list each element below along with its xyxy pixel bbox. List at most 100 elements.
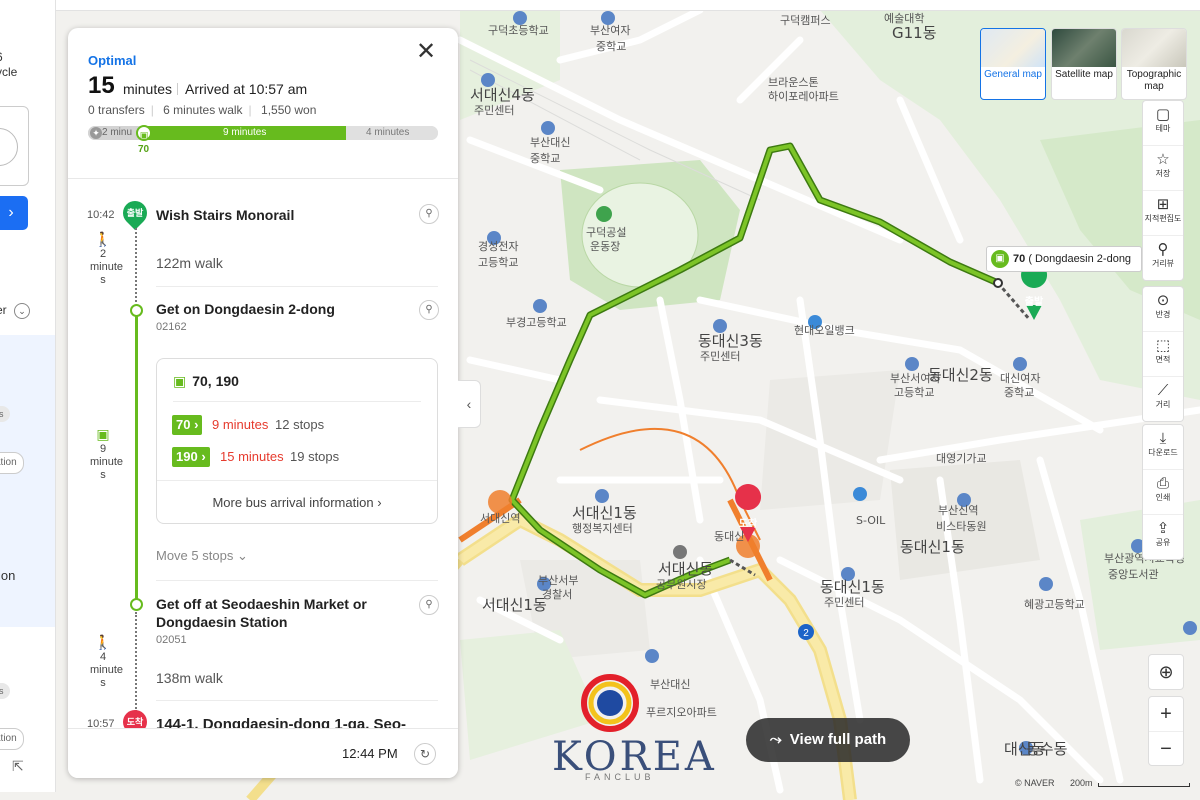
bus-stop-callout[interactable]: ▣ 70 ( Dongdaesin 2-dong	[986, 246, 1142, 272]
tool-share[interactable]: ⇪ 공유	[1143, 515, 1183, 559]
current-time: 12:44 PM	[342, 746, 398, 761]
bus-icon: ▣	[173, 373, 187, 389]
start-marker-label: 출발	[1025, 295, 1044, 308]
star-icon: ☆	[1156, 151, 1170, 168]
location-icon[interactable]: ⚲	[419, 204, 439, 224]
depart-time: 10:42	[87, 209, 115, 221]
map-label: 주민센터	[700, 350, 740, 363]
watermark-logo-subtext: FANCLUB	[585, 772, 655, 782]
map-label: G11동	[892, 24, 937, 42]
map-label: 동대신3동	[698, 332, 763, 350]
duration-unit: minutes	[123, 81, 173, 97]
download-icon: ⤓	[1159, 430, 1167, 447]
map-label: 서대신1동	[482, 596, 547, 614]
walk-duration: 🚶 2 minute s	[90, 231, 124, 286]
road-number: 2	[803, 628, 809, 639]
zoom-out-button[interactable]: −	[1149, 732, 1183, 766]
search-go-button[interactable]: ›	[0, 196, 28, 230]
map-label: 고등학교	[478, 256, 518, 269]
route-badge[interactable]: 190 ›	[172, 447, 210, 467]
current-location-button[interactable]: ⊕	[1148, 654, 1184, 690]
share-icon: ⇪	[1156, 520, 1170, 537]
map-label: 중학교	[596, 40, 626, 53]
bus-icon: ▣	[96, 426, 110, 442]
selected-route-bg[interactable]	[0, 335, 55, 627]
collapse-panel-button[interactable]: ‹	[458, 380, 481, 428]
divider	[156, 700, 438, 701]
map-label: 서대신4동	[470, 86, 535, 104]
map-label: S-OIL	[856, 514, 886, 527]
route-chip[interactable]: ation	[0, 728, 24, 750]
bus-routes-title: ▣ 70, 190	[173, 373, 239, 389]
tool-cadastral[interactable]: ⊞ 지적편집도	[1143, 191, 1183, 236]
map-type-satellite[interactable]: Satellite map	[1051, 28, 1117, 100]
print-icon: ⎙	[1156, 475, 1169, 492]
map-type-general[interactable]: General map	[980, 28, 1046, 100]
tool-area[interactable]: ⬚ 면적	[1143, 332, 1183, 377]
area-icon: ⬚	[1155, 337, 1171, 354]
share-icon[interactable]: ⇱	[12, 758, 24, 775]
bus-duration: ▣ 9 minute s	[90, 426, 124, 481]
chevron-down-icon[interactable]: ⌄	[14, 303, 30, 319]
optimal-badge: Optimal	[88, 53, 137, 68]
map-label: 대영기가교	[936, 452, 987, 465]
close-icon[interactable]: ✕	[416, 40, 436, 64]
sort-text[interactable]: er	[0, 303, 7, 317]
route-meta: 0 transfers | 6 minutes walk | 1,550 won	[88, 103, 317, 117]
map-label: 공무원시장	[656, 578, 707, 591]
tool-save[interactable]: ☆ 저장	[1143, 146, 1183, 191]
market-icon	[673, 545, 687, 559]
alight-stop-id: 02051	[156, 634, 187, 646]
zoom-in-button[interactable]: +	[1149, 697, 1183, 732]
tool-print[interactable]: ⎙ 인쇄	[1143, 470, 1183, 515]
tool-distance[interactable]: ⟋ 거리	[1143, 377, 1183, 421]
zoom-control: + −	[1148, 696, 1184, 766]
left-panel: 6ycle › er ⌄ es ation ion es ation ⇱	[0, 0, 56, 792]
map-thumbnail	[1122, 29, 1186, 67]
map-label: 부산대신	[650, 678, 690, 691]
location-icon[interactable]: ⚲	[419, 300, 439, 320]
route-detail-card: Optimal ✕ 15 minutes Arrived at 10:57 am…	[68, 28, 458, 778]
subway-station-icon	[488, 490, 512, 514]
streetview-icon: ⚲	[1157, 241, 1169, 258]
walk-icon: 🚶	[94, 634, 112, 650]
map-label: 부산대신	[530, 136, 570, 149]
map-type-topographic[interactable]: Topographic map	[1121, 28, 1187, 100]
segment-walk-label: 4 minutes	[366, 127, 410, 138]
walk-duration: 🚶 4 minute s	[90, 634, 124, 689]
divider	[157, 480, 437, 481]
transfers: 0 transfers	[88, 103, 145, 117]
scale-label: 200m	[1070, 778, 1093, 788]
more-bus-info-link[interactable]: More bus arrival information ›	[157, 495, 437, 510]
move-stops-toggle[interactable]: Move 5 stops ⌄	[156, 548, 248, 564]
refresh-icon[interactable]: ↻	[414, 743, 436, 765]
block-area	[760, 370, 900, 510]
map-label: 중학교	[530, 152, 560, 165]
ruler-icon: ⟋	[1157, 382, 1169, 399]
map-label: 부산서부	[538, 574, 578, 587]
tool-radius[interactable]: ⊙ 반경	[1143, 287, 1183, 332]
route-chip[interactable]: ation	[0, 452, 24, 474]
map-label: 주민센터	[824, 596, 864, 609]
board-stop-marker	[993, 278, 1003, 288]
arrival-estimate: 9 minutes	[212, 417, 269, 432]
segment-bus-label: 9 minutes	[223, 127, 267, 138]
map-label: 동대신1동	[820, 578, 885, 596]
map-label: 부경고등학교	[506, 316, 567, 329]
segment-walk-label: 2 minu	[102, 127, 133, 138]
map-label: 고등학교	[894, 386, 934, 399]
route-chip: es	[0, 683, 10, 699]
bus-icon: ▣	[991, 250, 1009, 268]
stop-count: 19 stops	[290, 449, 340, 464]
map-label: 중앙도서관	[1108, 568, 1159, 581]
tool-download[interactable]: ⤓ 다운로드	[1143, 425, 1183, 470]
view-full-path-button[interactable]: ⤳ View full path	[746, 718, 910, 762]
tool-streetview[interactable]: ⚲ 거리뷰	[1143, 236, 1183, 280]
tool-theme[interactable]: ▢ 테마	[1143, 101, 1183, 146]
card-footer: 12:44 PM ↻	[68, 728, 458, 778]
divider	[68, 178, 458, 179]
route-badge[interactable]: 70 ›	[172, 415, 203, 435]
board-stop-id: 02162	[156, 321, 187, 333]
location-icon[interactable]: ⚲	[419, 595, 439, 615]
map-attribution: © NAVER	[1015, 778, 1055, 788]
